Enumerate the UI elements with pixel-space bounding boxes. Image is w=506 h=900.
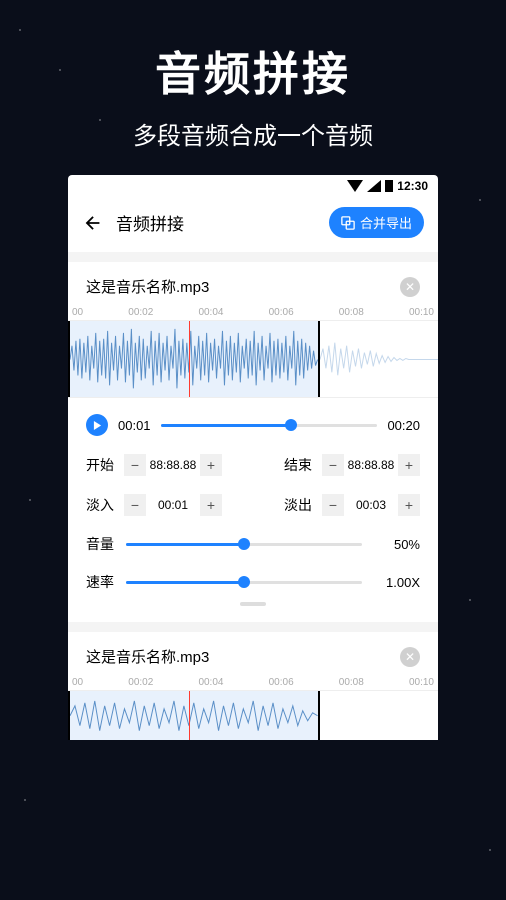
app-bar: 音频拼接 合并导出 [68, 197, 438, 252]
page-title: 音频拼接 [116, 210, 329, 235]
timeline-labels: 00 00:02 00:04 00:06 00:08 00:10 [68, 677, 438, 688]
back-icon[interactable] [82, 212, 104, 234]
end-plus[interactable]: + [398, 454, 420, 476]
waveform[interactable] [68, 320, 438, 398]
start-plus[interactable]: + [200, 454, 222, 476]
fadeout-value: 00:03 [344, 498, 398, 512]
fadein-value: 00:01 [146, 498, 200, 512]
fadein-plus[interactable]: + [200, 494, 222, 516]
start-stepper: − 88:88.88 + [124, 454, 222, 476]
fadeout-stepper: − 00:03 + [322, 494, 420, 516]
playhead[interactable] [189, 691, 191, 740]
fadeout-minus[interactable]: − [322, 494, 344, 516]
end-stepper: − 88:88.88 + [322, 454, 420, 476]
end-label: 结束 [284, 455, 314, 475]
waveform[interactable] [68, 690, 438, 740]
battery-icon [385, 180, 393, 192]
start-value: 88:88.88 [146, 458, 200, 472]
wifi-icon [347, 180, 363, 192]
speed-slider[interactable] [126, 581, 362, 584]
close-icon[interactable]: ✕ [400, 647, 420, 667]
playhead[interactable] [189, 321, 191, 397]
fadein-minus[interactable]: − [124, 494, 146, 516]
drag-handle[interactable] [240, 602, 266, 606]
export-button[interactable]: 合并导出 [329, 207, 424, 238]
track-filename: 这是音乐名称.mp3 [86, 646, 400, 667]
speed-value: 1.00X [372, 575, 420, 590]
end-minus[interactable]: − [322, 454, 344, 476]
export-label: 合并导出 [360, 213, 412, 232]
fadeout-plus[interactable]: + [398, 494, 420, 516]
fadein-stepper: − 00:01 + [124, 494, 222, 516]
time-total: 00:20 [387, 418, 420, 433]
hero-subtitle: 多段音频合成一个音频 [0, 116, 506, 151]
track-filename: 这是音乐名称.mp3 [86, 276, 400, 297]
volume-value: 50% [372, 537, 420, 552]
play-icon [93, 421, 102, 430]
status-bar: 12:30 [68, 175, 438, 197]
end-value: 88:88.88 [344, 458, 398, 472]
phone-screen: 12:30 音频拼接 合并导出 这是音乐名称.mp3 ✕ 00 00:02 00… [68, 175, 438, 740]
waveform-selection[interactable] [68, 321, 320, 397]
speed-label: 速率 [86, 572, 116, 592]
volume-label: 音量 [86, 534, 116, 554]
track-card-2: 这是音乐名称.mp3 ✕ 00 00:02 00:04 00:06 00:08 … [68, 632, 438, 740]
progress-slider[interactable] [161, 424, 378, 427]
time-current: 00:01 [118, 418, 151, 433]
track-card-1: 这是音乐名称.mp3 ✕ 00 00:02 00:04 00:06 00:08 … [68, 262, 438, 622]
hero-title: 音频拼接 [0, 0, 506, 104]
start-label: 开始 [86, 455, 116, 475]
merge-icon [341, 216, 355, 230]
volume-slider[interactable] [126, 543, 362, 546]
play-button[interactable] [86, 414, 108, 436]
start-minus[interactable]: − [124, 454, 146, 476]
fadeout-label: 淡出 [284, 495, 314, 515]
signal-icon [367, 180, 381, 192]
fadein-label: 淡入 [86, 495, 116, 515]
timeline-labels: 00 00:02 00:04 00:06 00:08 00:10 [68, 307, 438, 318]
close-icon[interactable]: ✕ [400, 277, 420, 297]
status-time: 12:30 [397, 179, 428, 193]
